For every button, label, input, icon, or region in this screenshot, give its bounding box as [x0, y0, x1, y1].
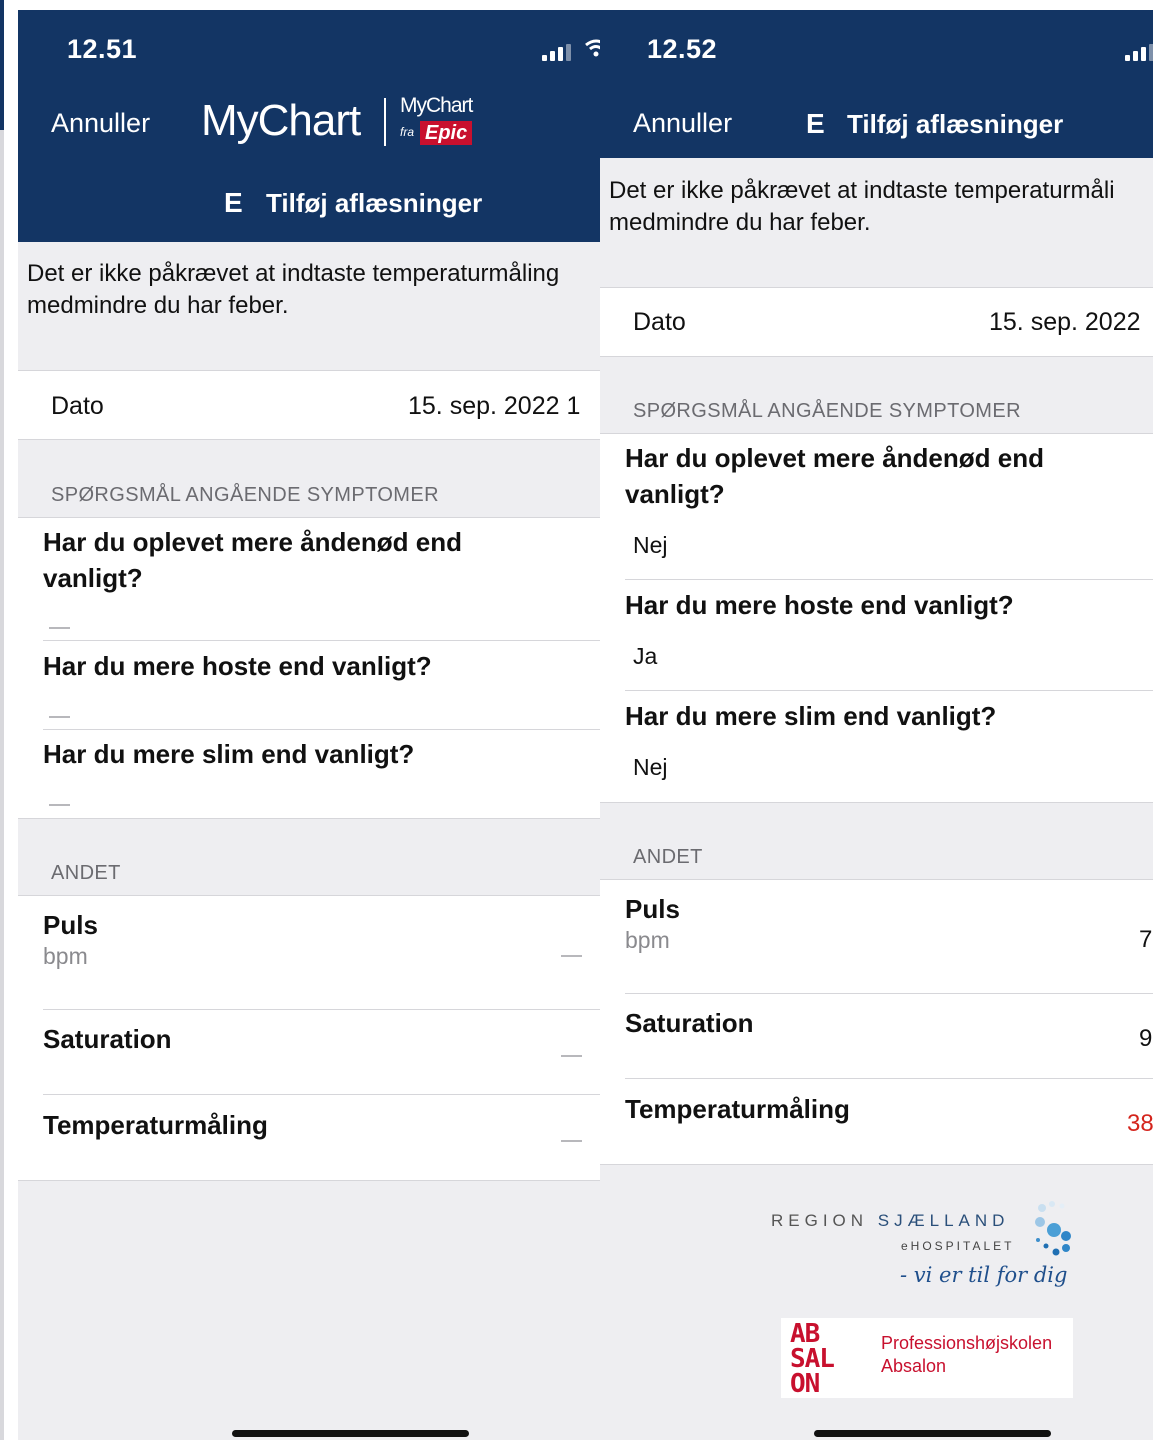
symptoms-header: SPØRGSMÅL ANGÅENDE SYMPTOMER [51, 484, 439, 506]
page-title: Tilføj aflæsninger [847, 109, 1064, 139]
row-separator [43, 640, 600, 641]
status-time: 12.52 [647, 34, 718, 64]
temperature-value[interactable]: 38 [1127, 1110, 1153, 1138]
region-word: REGION [771, 1211, 878, 1230]
row-separator [625, 579, 1153, 580]
date-value[interactable]: 15. sep. 2022 [989, 308, 1141, 337]
sjaelland-word: SJÆLLAND [877, 1211, 1010, 1230]
signal-icon [542, 44, 571, 61]
absalon-name: Professionshøjskolen Absalon [881, 1333, 1053, 1376]
home-indicator [232, 1430, 469, 1437]
absalon-mark: AB SAL ON [790, 1319, 835, 1399]
other-header: ANDET [51, 862, 121, 884]
ehospitalet-text: eHOSPITALET [901, 1239, 1015, 1253]
symptoms-header: SPØRGSMÅL ANGÅENDE SYMPTOMER [633, 400, 1021, 422]
nav-bar: 12.51 Annuller MyChart MyChart fra Epic … [18, 10, 600, 242]
e-icon: E [806, 108, 825, 139]
window-edge-top [0, 0, 4, 130]
cancel-button[interactable]: Annuller [633, 108, 732, 139]
left-screenshot: 12.51 Annuller MyChart MyChart fra Epic … [18, 10, 600, 1440]
question-mucus: Har du mere slim end vanligt? [43, 739, 415, 769]
pulse-unit: bpm [43, 943, 88, 969]
pulse-label: Puls [43, 910, 98, 940]
answer-mucus[interactable] [49, 804, 70, 806]
home-indicator [814, 1430, 1051, 1437]
region-dots-icon [1035, 1201, 1071, 1256]
temperature-notice: Det er ikke påkrævet at indtaste tempera… [27, 260, 560, 319]
saturation-label: Saturation [43, 1024, 172, 1054]
temperature-notice: Det er ikke påkrævet at indtaste tempera… [609, 177, 1115, 236]
row-separator [625, 993, 1153, 994]
row-separator [625, 1078, 1153, 1079]
fra-text: fra [400, 125, 415, 139]
temperature-label: Temperaturmåling [625, 1094, 850, 1124]
cancel-button[interactable]: Annuller [51, 108, 150, 139]
mychart-logo: MyChart [201, 96, 361, 145]
date-label: Dato [51, 392, 104, 420]
region-sjaelland-logo: REGION SJÆLLAND [771, 1211, 1009, 1231]
question-breathlessness: Har du oplevet mere åndenød end vanligt? [625, 443, 1044, 509]
logo-divider [384, 98, 386, 146]
status-time: 12.51 [67, 34, 138, 64]
saturation-input[interactable] [561, 1055, 582, 1057]
row-separator [43, 729, 600, 730]
pulse-value[interactable]: 7 [1139, 926, 1152, 954]
epic-logo: Epic [420, 121, 473, 145]
mychart-small-text: MyChart [400, 94, 473, 117]
row-separator [43, 1009, 600, 1010]
row-separator [43, 1094, 600, 1095]
pulse-label: Puls [625, 894, 680, 924]
wifi-icon [585, 39, 600, 57]
pulse-input[interactable] [561, 955, 582, 957]
answer-cough[interactable] [49, 716, 70, 718]
saturation-value[interactable]: 9 [1139, 1025, 1152, 1053]
question-breathlessness: Har du oplevet mere åndenød end vanligt? [43, 527, 462, 593]
question-mucus: Har du mere slim end vanligt? [625, 701, 997, 731]
answer-breathlessness[interactable] [49, 627, 70, 629]
date-label: Dato [633, 308, 686, 336]
page-title: Tilføj aflæsninger [266, 188, 483, 218]
date-value[interactable]: 15. sep. 2022 1 [408, 392, 580, 421]
mychart-epic-badge: MyChart fra Epic [398, 94, 486, 150]
other-header: ANDET [633, 846, 703, 868]
signal-icon [1125, 44, 1153, 61]
question-cough: Har du mere hoste end vanligt? [625, 590, 1014, 620]
answer-breathlessness[interactable]: Nej [633, 532, 668, 559]
answer-cough[interactable]: Ja [633, 643, 657, 670]
temperature-input[interactable] [561, 1140, 582, 1142]
e-icon: E [224, 187, 243, 218]
saturation-label: Saturation [625, 1008, 754, 1038]
row-separator [625, 690, 1153, 691]
tagline-text: - vi er til for dig [900, 1263, 1068, 1287]
question-cough: Har du mere hoste end vanligt? [43, 651, 432, 681]
absalon-logo: AB SAL ON Professionshøjskolen Absalon [781, 1318, 1073, 1398]
nav-bar: 12.52 Annuller E Tilføj aflæsninger [600, 10, 1153, 158]
window-edge [0, 0, 4, 1440]
pulse-unit: bpm [625, 927, 670, 953]
answer-mucus[interactable]: Nej [633, 754, 668, 781]
temperature-label: Temperaturmåling [43, 1110, 268, 1140]
